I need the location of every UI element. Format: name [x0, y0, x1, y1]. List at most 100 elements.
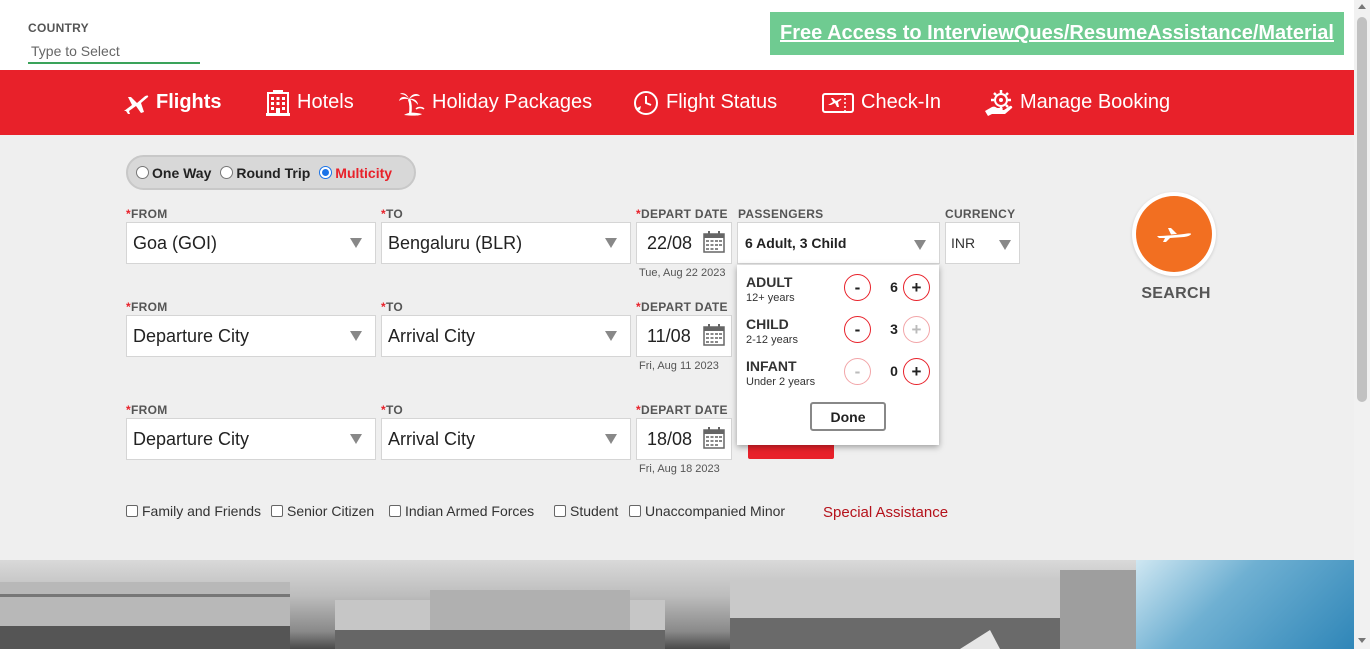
calendar-icon — [703, 324, 725, 346]
leg3-from-select[interactable]: Departure City — [126, 418, 376, 460]
nav-hotels[interactable]: Hotels — [265, 70, 354, 135]
leg2-date-full: Fri, Aug 11 2023 — [639, 360, 719, 372]
search-label: SEARCH — [1141, 285, 1211, 302]
leg3-date-label: *DEPART DATE — [636, 403, 728, 417]
country-input[interactable] — [28, 40, 200, 64]
nav-check-in-label: Check-In — [861, 91, 942, 113]
chevron-down-icon — [605, 434, 617, 444]
senior-citizen-checkbox[interactable]: Senior Citizen — [271, 503, 374, 519]
scroll-up-arrow-icon[interactable] — [1358, 4, 1366, 9]
nav-flights-label: Flights — [156, 91, 222, 113]
hangar-illustration — [0, 570, 1136, 649]
infant-minus-button[interactable]: - — [844, 358, 871, 385]
leg2-from-select[interactable]: Departure City — [126, 315, 376, 357]
trip-type-selector: One Way Round Trip Multicity — [126, 155, 416, 190]
scroll-down-arrow-icon[interactable] — [1358, 638, 1366, 643]
gear-hand-icon — [985, 89, 1013, 116]
chevron-down-icon — [350, 434, 362, 444]
nav-flight-status[interactable]: Flight Status — [632, 70, 777, 135]
chevron-down-icon — [350, 331, 362, 341]
adult-count: 6 — [890, 279, 898, 295]
booking-form: One Way Round Trip Multicity *FROM *TO *… — [0, 135, 1354, 560]
trip-one-way[interactable]: One Way — [136, 165, 211, 181]
nav-manage-booking[interactable]: Manage Booking — [984, 70, 1170, 135]
leg1-date-input[interactable]: 22/08 — [636, 222, 732, 264]
promo-link[interactable]: Free Access to InterviewQues/ResumeAssis… — [780, 22, 1334, 45]
multicity-radio[interactable] — [319, 166, 333, 179]
leg2-from-label: *FROM — [126, 300, 168, 314]
leg1-to-label: *TO — [381, 207, 404, 221]
airplane-icon — [124, 95, 149, 114]
search-button[interactable] — [1132, 192, 1216, 276]
page: COUNTRY Free Access to InterviewQues/Res… — [0, 0, 1370, 649]
leg1-date-full: Tue, Aug 22 2023 — [639, 267, 726, 279]
nav-manage-booking-label: Manage Booking — [1020, 91, 1171, 113]
page-scrollbar[interactable] — [1354, 0, 1370, 649]
nav-hotels-label: Hotels — [297, 91, 354, 113]
passengers-select[interactable]: 6 Adult, 3 Child — [737, 222, 940, 264]
family-friends-checkbox[interactable]: Family and Friends — [126, 503, 261, 519]
scroll-thumb[interactable] — [1357, 17, 1367, 402]
promo-image-banner — [0, 560, 1354, 649]
clock-plane-icon — [634, 90, 658, 115]
trip-round-trip[interactable]: Round Trip — [220, 165, 310, 181]
nav-flights[interactable]: Flights — [122, 70, 222, 135]
leg3-from-label: *FROM — [126, 403, 168, 417]
infant-count: 0 — [890, 363, 898, 379]
student-checkbox[interactable]: Student — [554, 503, 618, 519]
done-button[interactable]: Done — [810, 402, 886, 431]
nav-flight-status-label: Flight Status — [666, 91, 778, 113]
leg2-date-label: *DEPART DATE — [636, 300, 728, 314]
adult-minus-button[interactable]: - — [844, 274, 871, 301]
special-assistance-link[interactable]: Special Assistance — [823, 504, 948, 521]
child-count: 3 — [890, 321, 898, 337]
one-way-radio[interactable] — [136, 166, 149, 179]
child-minus-button[interactable]: - — [844, 316, 871, 343]
adult-plus-button[interactable]: + — [903, 274, 930, 301]
unaccompanied-minor-checkbox[interactable]: Unaccompanied Minor — [629, 503, 785, 519]
palm-tree-icon — [399, 92, 425, 116]
child-plus-button[interactable]: + — [903, 316, 930, 343]
sea-image — [1136, 560, 1354, 649]
pax-row-adult: ADULT 12+ years - 6 + — [746, 274, 936, 314]
round-trip-radio[interactable] — [220, 166, 234, 179]
promo-banner: Free Access to InterviewQues/ResumeAssis… — [770, 12, 1344, 55]
chevron-down-icon — [605, 238, 617, 248]
trip-multicity[interactable]: Multicity — [319, 165, 392, 181]
leg2-to-label: *TO — [381, 300, 404, 314]
remove-city-button[interactable] — [748, 445, 834, 459]
hangar-image — [0, 560, 1136, 649]
leg1-from-select[interactable]: Goa (GOI) — [126, 222, 376, 264]
armed-forces-checkbox[interactable]: Indian Armed Forces — [389, 503, 534, 519]
leg1-to-select[interactable]: Bengaluru (BLR) — [381, 222, 631, 264]
passengers-popup: ADULT 12+ years - 6 + CHILD 2-12 years -… — [737, 265, 939, 445]
currency-label: CURRENCY — [945, 207, 1016, 221]
leg2-date-input[interactable]: 11/08 — [636, 315, 732, 357]
currency-select[interactable]: INR — [945, 222, 1020, 264]
leg3-to-select[interactable]: Arrival City — [381, 418, 631, 460]
leg3-date-full: Fri, Aug 18 2023 — [639, 463, 720, 475]
leg3-date-input[interactable]: 18/08 — [636, 418, 732, 460]
chevron-down-icon — [350, 238, 362, 248]
hotel-building-icon — [266, 89, 290, 116]
chevron-down-icon — [999, 240, 1011, 250]
infant-plus-button[interactable]: + — [903, 358, 930, 385]
leg3-to-label: *TO — [381, 403, 404, 417]
chevron-down-icon — [605, 331, 617, 341]
passengers-label: PASSENGERS — [738, 207, 824, 221]
country-label: COUNTRY — [28, 21, 89, 35]
nav-holiday-packages-label: Holiday Packages — [432, 91, 593, 113]
pax-row-infant: INFANT Under 2 years - 0 + — [746, 358, 936, 398]
nav-holiday-packages[interactable]: Holiday Packages — [398, 70, 592, 135]
nav-check-in[interactable]: Check-In — [821, 70, 941, 135]
boarding-pass-icon — [822, 92, 854, 113]
search-circle — [1136, 196, 1212, 272]
airplane-icon — [1157, 228, 1191, 242]
calendar-icon — [703, 427, 725, 449]
main-nav: Flights Hotels Holiday Packages Flight S… — [0, 70, 1354, 135]
pax-row-child: CHILD 2-12 years - 3 + — [746, 316, 936, 356]
calendar-icon — [703, 231, 725, 253]
leg2-to-select[interactable]: Arrival City — [381, 315, 631, 357]
chevron-down-icon — [914, 240, 926, 250]
leg1-date-label: *DEPART DATE — [636, 207, 728, 221]
